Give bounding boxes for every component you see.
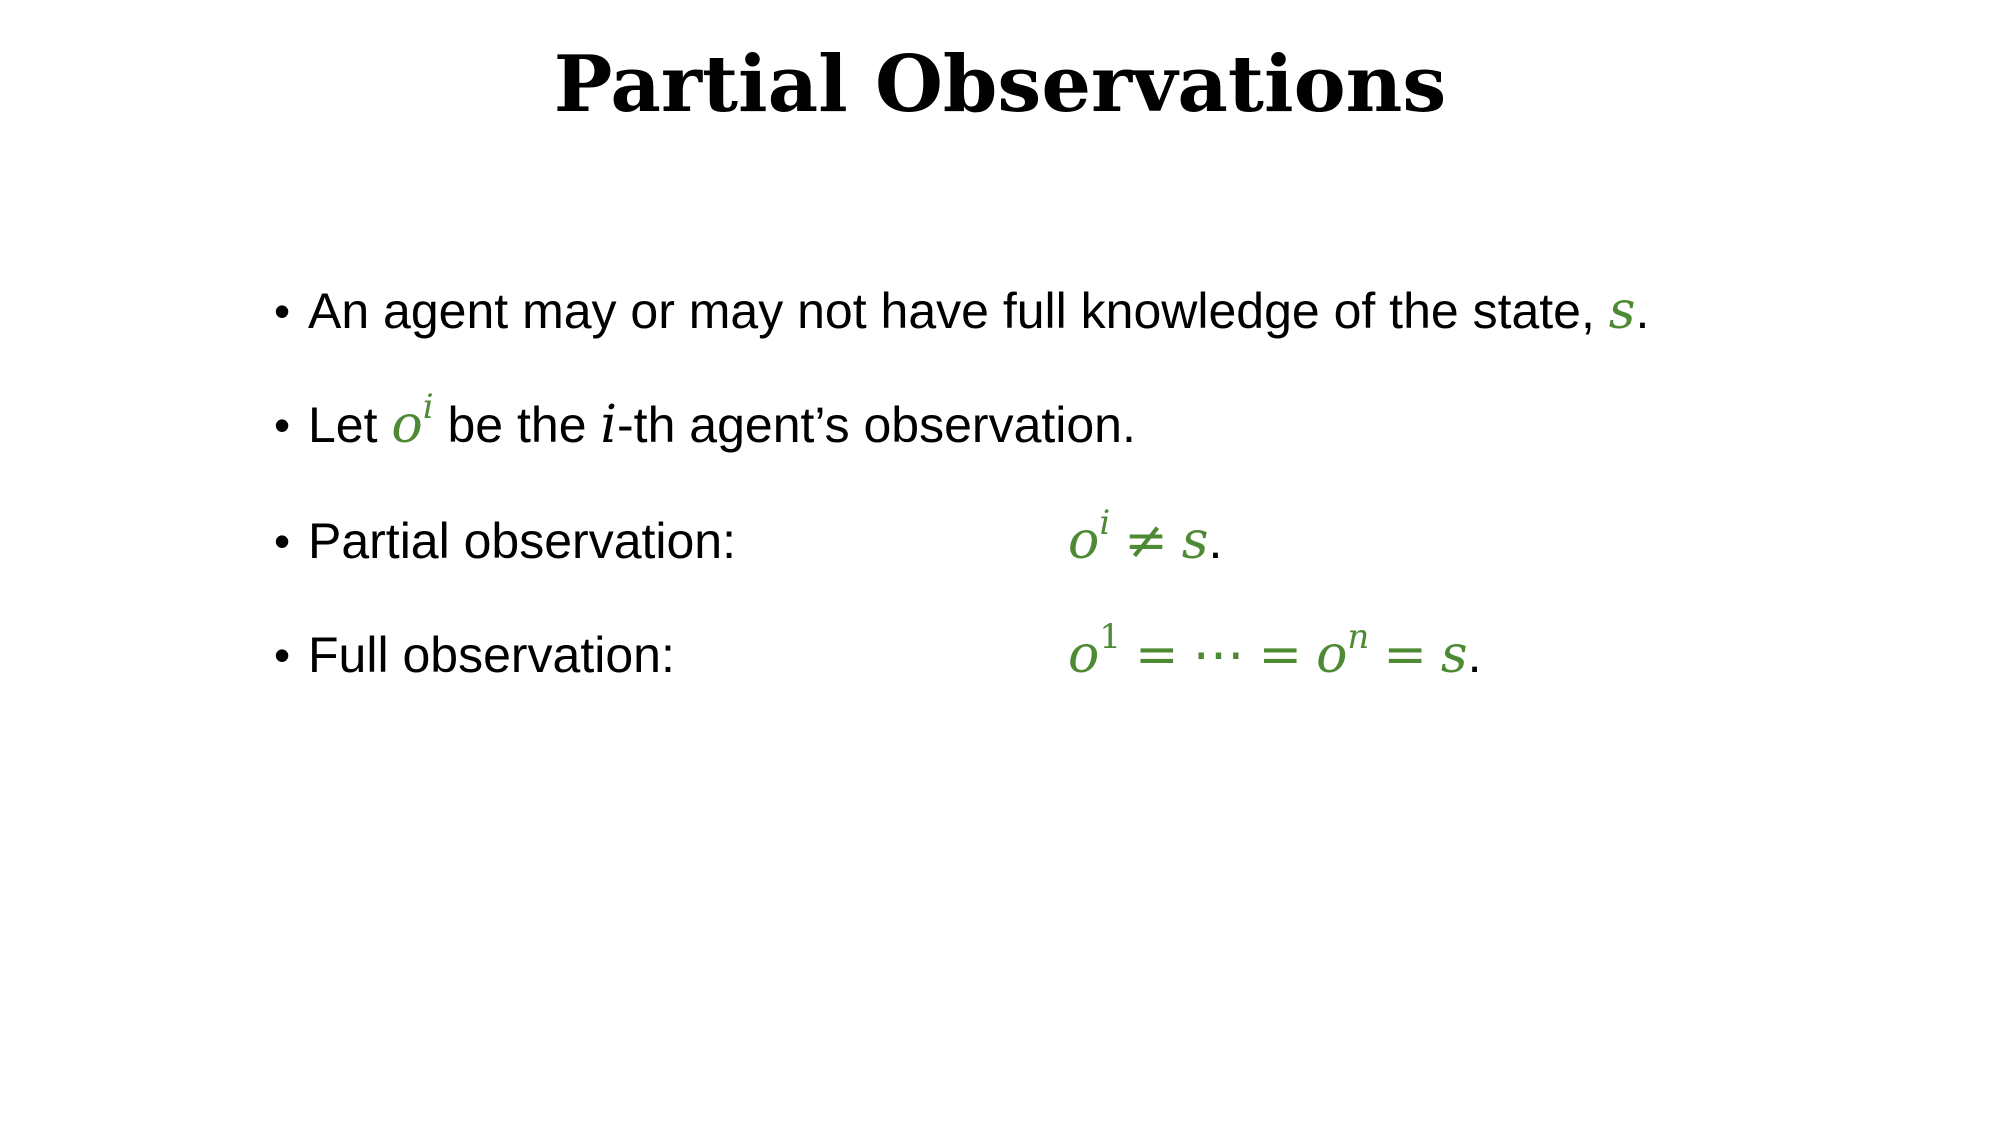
math-var-o: oi bbox=[391, 390, 433, 455]
math-var-o-base: o bbox=[391, 395, 423, 455]
bullet-dot: • bbox=[273, 285, 291, 337]
math-var-o-base: o bbox=[1316, 625, 1348, 685]
math-superscript-i: i bbox=[1099, 502, 1111, 543]
period: . bbox=[1467, 627, 1482, 683]
math-equals: = bbox=[1134, 625, 1179, 685]
math-var-o-base: o bbox=[1068, 625, 1100, 685]
period: . bbox=[1635, 283, 1650, 339]
bullet-label: Full observation: bbox=[308, 627, 675, 683]
math-not-equal: ≠ bbox=[1124, 511, 1168, 571]
text-segment: An agent may or may not have full knowle… bbox=[308, 283, 1609, 339]
math-var-s: s bbox=[1440, 625, 1468, 685]
bullet-text: Let oi be the i-th agent’s observation. bbox=[308, 390, 1136, 460]
math-equals: = bbox=[1383, 625, 1427, 685]
bullet-text: An agent may or may not have full knowle… bbox=[308, 276, 1649, 346]
text-segment: be the bbox=[433, 397, 601, 453]
formula-full-observation: o1 = ⋯ = on = s. bbox=[1068, 620, 1482, 690]
period: . bbox=[1208, 513, 1223, 569]
math-equals: = bbox=[1258, 625, 1303, 685]
bullet-dot: • bbox=[273, 629, 291, 681]
math-var-s: s bbox=[1608, 281, 1636, 341]
bullet-label: Partial observation: bbox=[308, 513, 737, 569]
bullet-list: • An agent may or may not have full know… bbox=[268, 0, 1968, 1125]
math-superscript-n: n bbox=[1347, 616, 1370, 657]
text-segment: -th agent’s observation. bbox=[617, 397, 1136, 453]
bullet-dot: • bbox=[273, 399, 291, 451]
math-var-on: on bbox=[1316, 620, 1369, 685]
math-var-s: s bbox=[1181, 511, 1209, 571]
text-segment: Let bbox=[308, 397, 392, 453]
math-var-i: i bbox=[600, 395, 618, 455]
math-ellipsis: ⋯ bbox=[1192, 625, 1245, 685]
formula-partial-observation: oi ≠ s. bbox=[1068, 506, 1222, 576]
math-superscript-1: 1 bbox=[1099, 616, 1121, 657]
bullet-dot: • bbox=[273, 515, 291, 567]
math-var-o-base: o bbox=[1068, 511, 1100, 571]
math-var-o: oi bbox=[1068, 506, 1110, 571]
math-var-o1: o1 bbox=[1068, 620, 1121, 685]
slide: Partial Observations • An agent may or m… bbox=[0, 0, 2000, 1125]
math-superscript-i: i bbox=[422, 386, 434, 427]
